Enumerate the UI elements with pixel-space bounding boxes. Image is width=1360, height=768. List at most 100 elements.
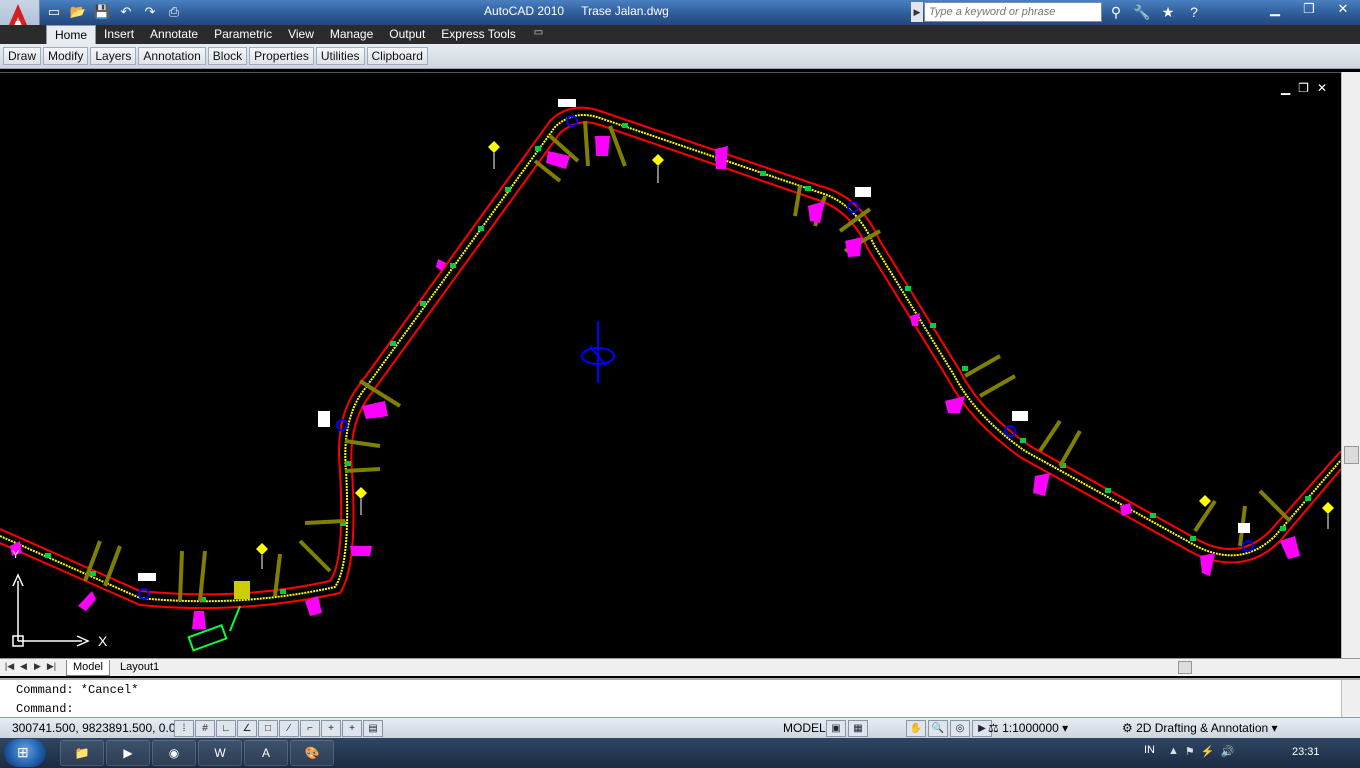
vertical-scrollbar[interactable]: [1341, 72, 1360, 658]
flag-icon[interactable]: ⚑: [1185, 745, 1195, 758]
language-indicator[interactable]: IN: [1144, 744, 1155, 756]
tab-annotate[interactable]: Annotate: [142, 25, 206, 44]
ducs-icon[interactable]: ⌐: [300, 720, 320, 737]
tab-home[interactable]: Home: [46, 25, 97, 44]
first-layout-icon[interactable]: |◀: [4, 661, 15, 673]
quick-view-layouts-icon[interactable]: ▣: [826, 720, 846, 737]
ucs-x-label: X: [98, 633, 108, 649]
prev-layout-icon[interactable]: ◀: [18, 661, 29, 673]
dyn-icon[interactable]: +: [321, 720, 341, 737]
status-bar: 300741.500, 9823891.500, 0.000 ⁞ # ∟ ∠ □…: [0, 717, 1360, 738]
panel-utilities[interactable]: Utilities: [315, 47, 365, 65]
grid-icon[interactable]: #: [195, 720, 215, 737]
windows-logo-icon: ⊞: [17, 744, 29, 760]
annotation-scale[interactable]: ⚖ 1:1000000 ▾: [988, 721, 1068, 735]
model-space-toggle[interactable]: MODEL: [783, 721, 826, 735]
minimize-icon[interactable]: ▁: [1258, 0, 1292, 18]
station-markers: [45, 123, 1311, 602]
tab-layout1[interactable]: Layout1: [114, 660, 165, 676]
explorer-taskbar-icon[interactable]: 📁: [60, 740, 104, 766]
volume-icon[interactable]: 🔊: [1220, 745, 1234, 758]
command-history: Command: *Cancel*: [16, 683, 139, 697]
ortho-icon[interactable]: ∟: [216, 720, 236, 737]
tab-output[interactable]: Output: [381, 25, 433, 44]
coordinates-readout[interactable]: 300741.500, 9823891.500, 0.000: [12, 721, 189, 735]
workspace-switch[interactable]: ⚙ 2D Drafting & Annotation ▾: [1122, 721, 1278, 735]
search-input[interactable]: [924, 2, 1102, 22]
autocad-taskbar-icon[interactable]: A: [244, 740, 288, 766]
view-tools: ▣ ▦ ✋ 🔍 ◎ ▶: [826, 720, 992, 737]
layout-tab-bar: |◀ ◀ ▶ ▶| Model Layout1: [0, 658, 1360, 676]
pi-labels: [138, 99, 1250, 581]
window-title: AutoCAD 2010 Trase Jalan.dwg: [484, 4, 683, 18]
tools-icon[interactable]: 🔧: [1132, 3, 1152, 21]
tab-model[interactable]: Model: [66, 660, 110, 676]
windows-taskbar: ⊞ 📁 ▶ ◉ W A 🎨 IN ▲ ⚑ ⚡ 🔊 23:31: [0, 738, 1360, 768]
steering-wheel-icon[interactable]: ◎: [950, 720, 970, 737]
tab-insert[interactable]: Insert: [96, 25, 142, 44]
close-icon[interactable]: ✕: [1326, 0, 1360, 18]
panel-layers[interactable]: Layers: [90, 47, 137, 65]
new-icon[interactable]: ▭: [44, 3, 64, 21]
tab-express-tools[interactable]: Express Tools: [433, 25, 523, 44]
open-icon[interactable]: 📂: [68, 3, 88, 21]
panel-draw[interactable]: Draw: [3, 47, 42, 65]
command-line[interactable]: Command: *Cancel* Command:: [0, 678, 1360, 719]
horizontal-scroll-thumb[interactable]: [1178, 661, 1192, 674]
save-icon[interactable]: 💾: [92, 3, 112, 21]
search-expand-icon[interactable]: ▶: [911, 2, 923, 22]
road-edge-inner: [0, 121, 1341, 610]
binoculars-icon[interactable]: ⚲: [1106, 3, 1126, 21]
start-button[interactable]: ⊞: [4, 739, 46, 767]
last-layout-icon[interactable]: ▶|: [46, 661, 57, 673]
osnap-icon[interactable]: □: [258, 720, 278, 737]
network-icon[interactable]: ⚡: [1201, 745, 1215, 758]
infocenter-toolbar: ⚲ 🔧 ★ ?: [1106, 3, 1204, 21]
next-layout-icon[interactable]: ▶: [32, 661, 43, 673]
help-icon[interactable]: ?: [1184, 3, 1204, 21]
tab-manage[interactable]: Manage: [322, 25, 381, 44]
redo-icon[interactable]: ↷: [140, 3, 160, 21]
quick-properties-icon[interactable]: ▤: [363, 720, 383, 737]
app-name: AutoCAD 2010: [484, 4, 565, 18]
close-icon[interactable]: ✕: [1317, 81, 1327, 95]
undo-icon[interactable]: ↶: [116, 3, 136, 21]
pan-icon[interactable]: ✋: [906, 720, 926, 737]
panel-properties[interactable]: Properties: [249, 47, 314, 65]
star-icon[interactable]: ★: [1158, 3, 1178, 21]
otrack-icon[interactable]: ∕: [279, 720, 299, 737]
panel-annotation[interactable]: Annotation: [138, 47, 206, 65]
chrome-taskbar-icon[interactable]: ◉: [152, 740, 196, 766]
panel-clipboard[interactable]: Clipboard: [366, 47, 428, 65]
ucs-icon: [12, 573, 90, 647]
ribbon-minimize-icon[interactable]: ▭: [524, 25, 553, 44]
tab-view[interactable]: View: [280, 25, 322, 44]
cross-sections: [83, 120, 1292, 602]
minimize-icon[interactable]: ▁: [1281, 81, 1290, 95]
command-prompt[interactable]: Command:: [16, 702, 74, 716]
annotation-scale-value: 1:1000000: [1002, 721, 1059, 735]
polar-icon[interactable]: ∠: [237, 720, 257, 737]
drawing-canvas[interactable]: X Y ▁ ❐ ✕: [0, 72, 1341, 658]
restore-icon[interactable]: ❐: [1298, 81, 1309, 95]
panel-modify[interactable]: Modify: [43, 47, 89, 65]
show-hidden-icons-icon[interactable]: ▲: [1168, 745, 1179, 758]
pi-points: [138, 115, 1254, 600]
road-alignment-drawing: [0, 99, 1341, 652]
zoom-icon[interactable]: 🔍: [928, 720, 948, 737]
panel-block[interactable]: Block: [207, 47, 248, 65]
quick-view-drawings-icon[interactable]: ▦: [848, 720, 868, 737]
plot-icon[interactable]: ⎙: [164, 3, 184, 21]
clock[interactable]: 23:31: [1292, 746, 1320, 758]
north-arrow: [581, 321, 615, 383]
media-player-taskbar-icon[interactable]: ▶: [106, 740, 150, 766]
lineweight-icon[interactable]: +: [342, 720, 362, 737]
tab-parametric[interactable]: Parametric: [206, 25, 280, 44]
command-scrollbar[interactable]: [1341, 680, 1360, 719]
word-taskbar-icon[interactable]: W: [198, 740, 242, 766]
snap-icon[interactable]: ⁞: [174, 720, 194, 737]
road-edge-outer: [0, 106, 1341, 596]
restore-icon[interactable]: ❐: [1292, 0, 1326, 18]
paint-taskbar-icon[interactable]: 🎨: [290, 740, 334, 766]
scroll-thumb[interactable]: [1344, 446, 1359, 464]
